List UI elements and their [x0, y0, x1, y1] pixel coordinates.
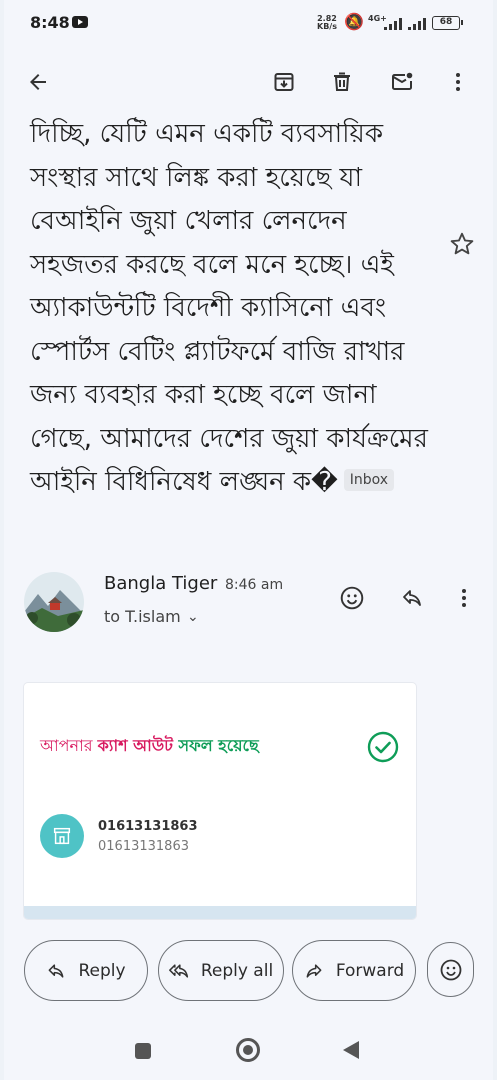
reply-all-label: Reply all [200, 960, 274, 981]
youtube-notification-icon [72, 16, 88, 28]
emoji-react-button[interactable] [334, 580, 370, 616]
more-options-button[interactable] [438, 62, 478, 102]
cashout-text-part2: ক্যাশ আউট [97, 736, 173, 755]
reply-icon-button[interactable] [394, 580, 430, 616]
cashout-text-part1: আপনার [40, 736, 98, 755]
mute-icon: 🔕 [344, 12, 364, 31]
network-speed: 2.82 KB/s [317, 15, 337, 31]
emoji-reaction-button[interactable] [427, 942, 474, 997]
account-number-secondary: 01613131863 [98, 839, 189, 854]
back-nav-icon[interactable] [343, 1041, 359, 1059]
delete-button[interactable] [322, 62, 362, 102]
reply-all-button[interactable]: Reply all [158, 940, 284, 1001]
delete-icon [334, 72, 350, 91]
card-footer-band [24, 906, 416, 919]
message-more-button[interactable] [446, 580, 482, 616]
check-circle-icon [367, 731, 399, 763]
reply-label: Reply [78, 960, 126, 981]
message-body: দিচ্ছি, যেটি এমন একটি ব্যবসায়িক সংস্থার… [30, 113, 430, 505]
recipient-details[interactable]: to T.islam [104, 607, 181, 626]
more-vert-icon [462, 589, 466, 607]
back-button[interactable] [18, 62, 58, 102]
chevron-down-icon[interactable]: ⌄ [187, 609, 199, 625]
back-arrow-icon [30, 74, 46, 90]
emoji-icon [340, 586, 364, 610]
emoji-icon [440, 959, 461, 980]
agent-store-icon [40, 814, 84, 858]
signal-icon-2 [408, 18, 426, 30]
more-vert-icon [456, 73, 460, 91]
cashout-text-part3: সফল হয়েছে [172, 736, 259, 755]
sender-time: 8:46 am [225, 577, 284, 593]
battery-icon: 68 [432, 16, 463, 30]
cashout-success-text: আপনার ক্যাশ আউট সফল হয়েছে [40, 733, 259, 760]
forward-icon [306, 963, 322, 978]
star-icon[interactable] [448, 230, 476, 258]
recents-icon[interactable] [135, 1043, 151, 1059]
sender-name[interactable]: Bangla Tiger [104, 573, 217, 594]
status-time: 8:48 [30, 13, 70, 32]
avatar-landscape-icon [24, 572, 84, 632]
account-number-primary: 01613131863 [98, 819, 198, 834]
reply-icon [403, 590, 421, 606]
transaction-card: আপনার ক্যাশ আউট সফল হয়েছে 01613131863 0… [24, 683, 416, 919]
message-text: দিচ্ছি, যেটি এমন একটি ব্যবসায়িক সংস্থার… [30, 119, 428, 497]
forward-label: Forward [335, 960, 405, 981]
mark-unread-icon [392, 72, 413, 90]
email-toolbar [4, 56, 493, 108]
forward-button[interactable]: Forward [292, 940, 416, 1001]
home-icon[interactable] [236, 1038, 260, 1062]
network-speed-unit: KB/s [317, 22, 337, 31]
mark-unread-button[interactable] [382, 62, 422, 102]
status-bar: 8:48 2.82 KB/s 🔕 4G+ 68 [4, 0, 493, 48]
reply-all-icon [168, 963, 188, 978]
archive-button[interactable] [264, 62, 304, 102]
signal-icon [384, 18, 402, 30]
email-screen: 8:48 2.82 KB/s 🔕 4G+ 68 দিচ্ছি, যেটি এমন… [4, 0, 493, 1080]
sender-avatar[interactable] [24, 572, 84, 632]
inbox-label-chip[interactable]: Inbox [343, 468, 395, 491]
archive-icon [274, 73, 294, 91]
reply-button[interactable]: Reply [24, 940, 148, 1001]
reply-icon [49, 963, 64, 978]
